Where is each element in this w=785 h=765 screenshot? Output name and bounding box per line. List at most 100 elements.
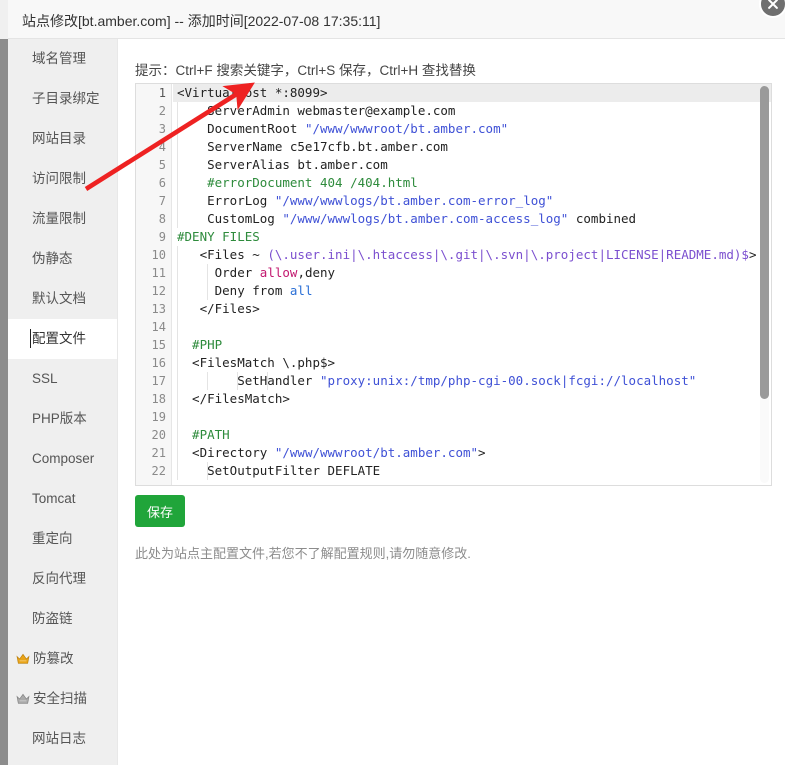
sidebar-item-8[interactable]: SSL [8,359,117,399]
code-line[interactable]: <FilesMatch \.php$> [173,354,771,372]
config-warning-note: 此处为站点主配置文件,若您不了解配置规则,请勿随意修改. [135,546,471,561]
code-text: #errorDocument 404 /404.html [173,175,418,190]
code-line[interactable]: SetHandler "proxy:unix:/tmp/php-cgi-00.s… [173,372,771,390]
indent-guide [207,264,208,282]
code-token: "/www/wwwlogs/bt.amber.com-error_log" [274,193,554,208]
save-button[interactable]: 保存 [135,495,185,527]
code-token: <Directory [177,445,275,460]
code-line[interactable]: Deny from all [173,282,771,300]
code-line[interactable]: Order allow,deny [173,264,771,282]
indent-guide [177,264,178,282]
code-text: ServerName c5e17cfb.bt.amber.com [173,139,448,154]
sidebar-item-3[interactable]: 访问限制 [8,159,117,199]
indent-guide [267,372,268,390]
code-line[interactable]: <Directory "/www/wwwroot/bt.amber.com"> [173,444,771,462]
code-line[interactable]: #PHP [173,336,771,354]
code-line[interactable]: </Files> [173,300,771,318]
code-token: (\.user.ini|\.htaccess|\.git|\.svn|\.pro… [267,247,749,262]
code-line[interactable]: </FilesMatch> [173,390,771,408]
code-token: <FilesMatch \.php$> [177,355,336,370]
indent-guide [177,156,178,174]
indent-guide [177,372,178,390]
page-scrollbar-track[interactable] [0,0,8,765]
sidebar-item-15[interactable]: 防篡改 [8,639,117,679]
sidebar-item-label: 网站日志 [32,731,86,746]
indent-guide [207,372,208,390]
code-line[interactable] [173,408,771,426]
code-token: "/www/wwwroot/bt.amber.com" [304,121,509,136]
code-text: </FilesMatch> [173,391,290,406]
indent-guide [177,174,178,192]
sidebar-item-17[interactable]: 网站日志 [8,719,117,759]
line-number: 14 [151,320,166,334]
sidebar-item-5[interactable]: 伪静态 [8,239,117,279]
code-token: #PHP [177,337,223,352]
sidebar-item-0[interactable]: 域名管理 [8,39,117,79]
code-token: </FilesMatch> [177,391,290,406]
code-token: ,deny [297,265,336,280]
sidebar-item-6[interactable]: 默认文档 [8,279,117,319]
code-line[interactable]: CustomLog "/www/wwwlogs/bt.amber.com-acc… [173,210,771,228]
code-line[interactable]: <Files ~ (\.user.ini|\.htaccess|\.git|\.… [173,246,771,264]
line-number: 22 [151,464,166,478]
indent-guide [177,102,178,120]
code-text: Deny from all [173,283,313,298]
editor-scrollbar-track[interactable] [760,86,769,483]
settings-sidebar: 域名管理子目录绑定网站目录 访问限制 流量限制 伪静态 默认文档 配置文件 SSL PHP版本… [8,39,118,765]
line-number: 8 [158,212,166,226]
indent-guide [177,390,178,408]
code-text: ErrorLog "/www/wwwlogs/bt.amber.com-erro… [173,193,553,208]
indent-guide [177,138,178,156]
indent-guide [177,354,178,372]
sidebar-item-7[interactable]: 配置文件 [8,319,117,359]
dialog-titlebar: 站点修改[bt.amber.com] -- 添加时间[2022-07-08 17… [8,0,785,39]
line-number: 15 [151,338,166,352]
sidebar-item-label: 重定向 [32,531,73,546]
indent-guide [237,372,238,390]
sidebar-item-10[interactable]: Composer [8,439,117,479]
code-line[interactable] [173,318,771,336]
page-scrollbar-thumb[interactable] [0,39,8,765]
code-text: #DENY FILES [173,229,260,244]
code-text: DocumentRoot "/www/wwwroot/bt.amber.com" [173,121,508,136]
code-line[interactable]: SetOutputFilter DEFLATE [173,462,771,480]
code-token: <VirtualHost *:8099> [177,85,328,100]
code-line[interactable]: #PATH [173,426,771,444]
editor-scrollbar-thumb[interactable] [760,86,769,399]
sidebar-item-13[interactable]: 反向代理 [8,559,117,599]
code-line[interactable]: ServerName c5e17cfb.bt.amber.com [173,138,771,156]
sidebar-item-2[interactable]: 网站目录 [8,119,117,159]
editor-gutter: 1 2 3 4 5 6 7 8 9 10 11 12 13 14 15 16 17 18 19 20 21 22 [136,84,172,485]
code-line[interactable]: ServerAlias bt.amber.com [173,156,771,174]
sidebar-item-16[interactable]: 安全扫描 [8,679,117,719]
sidebar-item-9[interactable]: PHP版本 [8,399,117,439]
code-line[interactable]: DocumentRoot "/www/wwwroot/bt.amber.com" [173,120,771,138]
code-token: all [289,283,313,298]
editor-code-area[interactable]: <VirtualHost *:8099> ServerAdmin webmast… [173,84,771,485]
code-text: SetOutputFilter DEFLATE [173,463,380,478]
indent-guide [177,120,178,138]
sidebar-item-label: 防篡改 [33,651,74,666]
sidebar-item-11[interactable]: Tomcat [8,479,117,519]
dialog-title: 站点修改[bt.amber.com] -- 添加时间[2022-07-08 17… [22,13,381,29]
line-number: 9 [158,230,166,244]
line-number: 13 [151,302,166,316]
indent-guide [177,426,178,444]
code-text: Order allow,deny [173,265,335,280]
code-text: <FilesMatch \.php$> [173,355,335,370]
sidebar-item-label: 子目录绑定 [32,91,100,106]
line-number: 16 [151,356,166,370]
sidebar-item-1[interactable]: 子目录绑定 [8,79,117,119]
code-line[interactable]: #errorDocument 404 /404.html [173,174,771,192]
code-line[interactable]: ErrorLog "/www/wwwlogs/bt.amber.com-erro… [173,192,771,210]
sidebar-item-4[interactable]: 流量限制 [8,199,117,239]
main-panel: 提示：Ctrl+F 搜索关键字，Ctrl+S 保存，Ctrl+H 查找替换 12… [118,39,785,765]
sidebar-item-14[interactable]: 防盗链 [8,599,117,639]
code-line[interactable]: #DENY FILES [173,228,771,246]
code-line[interactable]: ServerAdmin webmaster@example.com [173,102,771,120]
code-line[interactable]: <VirtualHost *:8099> [173,84,771,102]
indent-guide [177,408,178,426]
config-file-editor[interactable]: 1 2 3 4 5 6 7 8 9 10 11 12 13 14 15 16 17 18 19 20 21 22 <Vir… [135,83,772,486]
sidebar-item-12[interactable]: 重定向 [8,519,117,559]
code-token: #errorDocument 404 /404.html [177,175,418,190]
